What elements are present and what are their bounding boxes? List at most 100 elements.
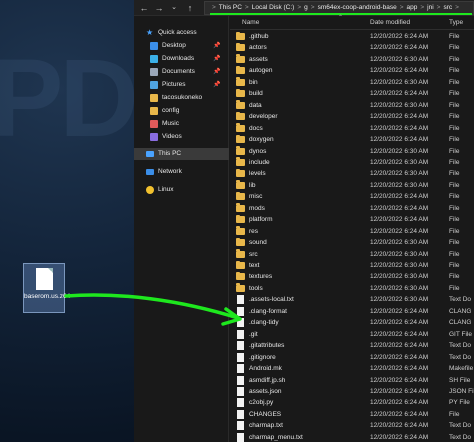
folder-icon: [236, 123, 245, 132]
folder-row[interactable]: .github 12/20/2022 6:24 AM File: [230, 31, 474, 42]
sidebar-item-tacosukoneko[interactable]: tacosukoneko: [134, 92, 229, 104]
file-row[interactable]: asmdiff.jp.sh 12/20/2022 6:24 AM SH File: [230, 375, 474, 386]
file-type: File: [449, 101, 460, 109]
column-header-name[interactable]: Name: [242, 19, 259, 26]
folder-icon: [236, 260, 245, 269]
folder-row[interactable]: misc 12/20/2022 6:24 AM File: [230, 191, 474, 202]
folder-row[interactable]: textures 12/20/2022 6:30 AM File: [230, 271, 474, 282]
file-row[interactable]: .gitignore 12/20/2022 6:24 AM Text Do: [230, 352, 474, 363]
folder-row[interactable]: mods 12/20/2022 6:24 AM File: [230, 203, 474, 214]
folder-icon: [236, 283, 245, 292]
folder-row[interactable]: lib 12/20/2022 6:30 AM File: [230, 180, 474, 191]
file-row[interactable]: .clang-tidy 12/20/2022 6:24 AM CLANG: [230, 317, 474, 328]
sidebar-item-this-pc[interactable]: This PC: [134, 148, 229, 160]
file-type: File: [449, 262, 460, 269]
folder-icon: [236, 100, 245, 109]
up-arrow-icon[interactable]: ↑: [184, 2, 196, 14]
sidebar-item-linux[interactable]: Linux: [134, 184, 229, 196]
folder-row[interactable]: sound 12/20/2022 6:30 AM File: [230, 237, 474, 248]
file-list-pane: ⌃ Name Date modified Type .github 12/20/2…: [230, 15, 474, 442]
file-row[interactable]: .git 12/20/2022 6:24 AM GIT File: [230, 329, 474, 340]
file-date: 12/20/2022 6:30 AM: [370, 296, 429, 304]
folder-row[interactable]: levels 12/20/2022 6:30 AM File: [230, 168, 474, 179]
file-row[interactable]: assets.json 12/20/2022 6:24 AM JSON File: [230, 386, 474, 397]
file-type: CLANG: [449, 307, 472, 315]
column-header-date[interactable]: Date modified: [370, 19, 410, 26]
folder-row[interactable]: include 12/20/2022 6:30 AM File: [230, 157, 474, 168]
file-row[interactable]: charmap_menu.txt 12/20/2022 6:24 AM Text D…: [230, 432, 474, 442]
folder-row[interactable]: build 12/20/2022 6:24 AM File: [230, 88, 474, 99]
file-type: File: [449, 158, 460, 166]
folder-row[interactable]: dynos 12/20/2022 6:30 AM File: [230, 146, 474, 157]
file-date: 12/20/2022 6:24 AM: [370, 67, 429, 75]
folder-icon: [236, 168, 245, 178]
folder-row[interactable]: data 12/20/2022 6:30 AM File: [230, 100, 474, 111]
sidebar-item-videos[interactable]: Videos: [134, 131, 229, 143]
address-bar-area: ← → ⌄ ↑ > This PC > Local Disk (C:) > g > sm64e…: [134, 0, 474, 16]
column-header-type[interactable]: Type: [449, 19, 463, 26]
sidebar-item-documents[interactable]: Documents 📌: [134, 66, 229, 78]
file-row[interactable]: CHANGES 12/20/2022 6:24 AM File: [230, 409, 474, 420]
sidebar-item-label: Documents: [162, 68, 195, 75]
desktop-file-baserom[interactable]: baserom.us.z64: [23, 263, 70, 313]
file-name: .github: [249, 33, 269, 40]
file-date: 12/20/2022 6:30 AM: [370, 273, 429, 281]
sidebar-item-label: Network: [158, 168, 182, 175]
sidebar-item-quick-access[interactable]: ★ Quick access: [134, 27, 229, 39]
file-name: .gitattributes: [249, 342, 285, 350]
breadcrumb-separator-icon: >: [420, 4, 425, 11]
file-row[interactable]: .clang-format 12/20/2022 6:24 AM CLANG: [230, 306, 474, 317]
sidebar-item-music[interactable]: Music: [134, 118, 229, 130]
breadcrumb-item[interactable]: Local Disk (C:): [252, 4, 295, 11]
breadcrumb-item[interactable]: g: [304, 4, 308, 11]
file-name: src: [249, 250, 258, 258]
folder-row[interactable]: developer 12/20/2022 6:24 AM File: [230, 111, 474, 122]
file-row[interactable]: Android.mk 12/20/2022 6:24 AM Makefile: [230, 363, 474, 374]
file-name: .assets-local.txt: [249, 296, 294, 304]
breadcrumb-item[interactable]: src: [443, 4, 452, 11]
breadcrumb-item[interactable]: jni: [427, 4, 434, 11]
folder-row[interactable]: bin 12/20/2022 6:30 AM File: [230, 77, 474, 88]
file-icon: [237, 409, 244, 419]
folder-row[interactable]: text 12/20/2022 6:30 AM File: [230, 260, 474, 271]
forward-arrow-icon[interactable]: →: [153, 2, 165, 14]
file-name: docs: [249, 124, 263, 132]
pin-icon: 📌: [213, 69, 221, 75]
folder-row[interactable]: platform 12/20/2022 6:24 AM File: [230, 214, 474, 225]
file-row[interactable]: c2obj.py 12/20/2022 6:24 AM PY File: [230, 397, 474, 408]
sidebar-item-pictures[interactable]: Pictures 📌: [134, 79, 229, 91]
folder-row[interactable]: actors 12/20/2022 6:24 AM File: [230, 42, 474, 53]
sidebar-item-desktop[interactable]: Desktop 📌: [134, 40, 229, 52]
folder-row[interactable]: docs 12/20/2022 6:24 AM File: [230, 123, 474, 134]
file-row[interactable]: .assets-local.txt 12/20/2022 6:30 AM Text …: [230, 294, 474, 305]
file-row[interactable]: charmap.txt 12/20/2022 6:24 AM Text Do: [230, 420, 474, 431]
file-date: 12/20/2022 6:24 AM: [370, 399, 429, 407]
file-icon: [237, 352, 244, 362]
back-arrow-icon[interactable]: ←: [138, 2, 150, 14]
breadcrumb-item[interactable]: This PC: [219, 4, 242, 11]
folder-row[interactable]: assets 12/20/2022 6:30 AM File: [230, 54, 474, 65]
sidebar-item-downloads[interactable]: Downloads 📌: [134, 53, 229, 65]
folder-row[interactable]: tools 12/20/2022 6:30 AM File: [230, 283, 474, 294]
file-date: 12/20/2022 6:24 AM: [370, 113, 429, 121]
breadcrumb-item[interactable]: sm64ex-coop-android-base: [318, 4, 397, 11]
recent-locations-chevron-icon[interactable]: ⌄: [168, 2, 180, 14]
file-date: 12/20/2022 6:30 AM: [370, 239, 429, 247]
file-row[interactable]: .gitattributes 12/20/2022 6:24 AM Text Do: [230, 340, 474, 351]
pin-icon: 📌: [213, 82, 221, 88]
sidebar-item-label: Linux: [158, 186, 174, 193]
network-icon: [146, 169, 154, 175]
sidebar-item-network[interactable]: Network: [134, 166, 229, 178]
folder-row[interactable]: doxygen 12/20/2022 6:24 AM File: [230, 134, 474, 145]
folder-row[interactable]: autogen 12/20/2022 6:24 AM File: [230, 65, 474, 76]
file-date: 12/20/2022 6:24 AM: [370, 90, 429, 98]
file-name: doxygen: [249, 136, 274, 144]
file-type: File: [449, 273, 460, 281]
column-headers: ⌃ Name Date modified Type: [230, 15, 474, 30]
folder-row[interactable]: res 12/20/2022 6:24 AM File: [230, 226, 474, 237]
folder-row[interactable]: src 12/20/2022 6:30 AM File: [230, 249, 474, 260]
file-date: 12/20/2022 6:24 AM: [370, 365, 429, 373]
videos-icon: [150, 133, 158, 141]
sidebar-item-config[interactable]: config: [134, 105, 229, 117]
breadcrumb-item[interactable]: app: [407, 4, 418, 11]
